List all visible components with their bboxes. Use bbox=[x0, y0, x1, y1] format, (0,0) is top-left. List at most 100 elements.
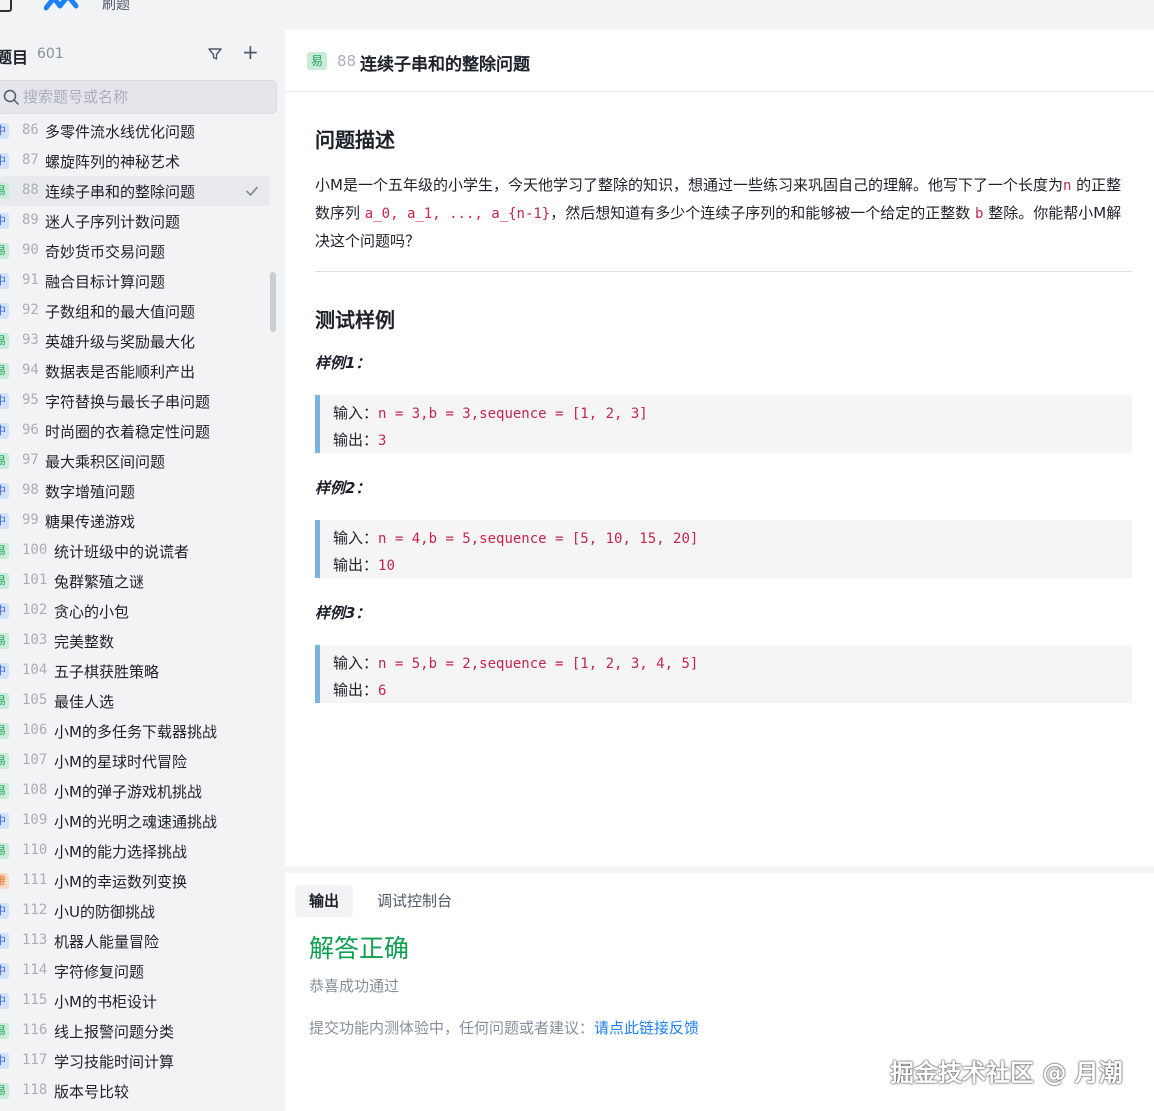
filter-icon[interactable] bbox=[207, 46, 223, 62]
difficulty-badge: 中 bbox=[0, 933, 9, 949]
list-item[interactable]: 中 96 时尚圈的衣着稳定性问题 bbox=[0, 416, 272, 446]
tab-output[interactable]: 输出 bbox=[295, 885, 354, 917]
list-item[interactable]: 中 104 五子棋获胜策略 bbox=[0, 656, 272, 686]
list-item[interactable]: 中 89 迷人子序列计数问题 bbox=[0, 206, 272, 236]
example-output: 输出：10 bbox=[333, 556, 395, 574]
problem-name: 贪心的小包 bbox=[54, 603, 130, 621]
difficulty-badge: 易 bbox=[0, 243, 9, 259]
problem-name: 英雄升级与奖励最大化 bbox=[45, 333, 196, 351]
list-item[interactable]: 易 116 线上报警问题分类 bbox=[0, 1016, 272, 1046]
problem-number: 107 bbox=[22, 752, 48, 768]
list-item[interactable]: 易 107 小M的星球时代冒险 bbox=[0, 746, 272, 776]
list-item[interactable]: 中 87 螺旋阵列的神秘艺术 bbox=[0, 146, 272, 176]
example-box: 输入：n = 5,b = 2,sequence = [1, 2, 3, 4, 5… bbox=[315, 645, 1132, 703]
list-item[interactable]: 中 109 小M的光明之魂速通挑战 bbox=[0, 806, 272, 836]
difficulty-badge: 中 bbox=[0, 123, 9, 139]
list-item[interactable]: 易 101 兔群繁殖之谜 bbox=[0, 566, 272, 596]
example-box: 输入：n = 3,b = 3,sequence = [1, 2, 3] 输出：3 bbox=[315, 395, 1132, 453]
difficulty-badge: 中 bbox=[0, 153, 9, 169]
problem-name: 迷人子序列计数问题 bbox=[45, 213, 181, 231]
list-item[interactable]: 中 95 字符替换与最长子串问题 bbox=[0, 386, 272, 416]
problem-panel: 易 88 连续子串和的整除问题 问题描述 小M是一个五年级的小学生，今天他学习了… bbox=[285, 30, 1154, 866]
example-box: 输入：n = 4,b = 5,sequence = [5, 10, 15, 20… bbox=[315, 520, 1132, 578]
list-item[interactable]: 中 102 贪心的小包 bbox=[0, 596, 272, 626]
list-item[interactable]: 易 105 最佳人选 bbox=[0, 686, 272, 716]
difficulty-badge: 中 bbox=[0, 213, 9, 229]
example-input: 输入：n = 4,b = 5,sequence = [5, 10, 15, 20… bbox=[333, 529, 699, 547]
problem-name: 连续子串和的整除问题 bbox=[45, 183, 196, 201]
tab-debug-console[interactable]: 调试控制台 bbox=[363, 885, 466, 917]
difficulty-badge: 易 bbox=[0, 1083, 9, 1099]
problem-name: 小M的弹子游戏机挑战 bbox=[54, 783, 202, 801]
feedback-notice: 提交功能内测体验中，任何问题或者建议：请点此链接反馈 bbox=[309, 1017, 699, 1038]
problem-name: 字符修复问题 bbox=[54, 963, 145, 981]
problem-sidebar: 题目 601 + 中86多零件流水线优化问题中87螺旋阵列的神秘艺术易88连续子… bbox=[0, 30, 284, 1111]
problem-number: 114 bbox=[22, 962, 48, 978]
list-item[interactable]: 难 111 小M的幸运数列变换 bbox=[0, 866, 272, 896]
check-icon bbox=[246, 186, 258, 196]
list-item[interactable]: 中 92 子数组和的最大值问题 bbox=[0, 296, 272, 326]
list-item[interactable]: 中 99 糖果传递游戏 bbox=[0, 506, 272, 536]
list-item[interactable]: 中 113 机器人能量冒险 bbox=[0, 926, 272, 956]
problem-number: 116 bbox=[22, 1022, 48, 1038]
example-label: 样例2： bbox=[315, 479, 371, 497]
sidebar-header: 题目 601 + bbox=[0, 42, 280, 68]
problem-name: 兔群繁殖之谜 bbox=[54, 573, 145, 591]
list-item[interactable]: 易 100 统计班级中的说谎者 bbox=[0, 536, 272, 566]
problem-name: 多零件流水线优化问题 bbox=[45, 123, 196, 141]
list-item[interactable]: 易 97 最大乘积区间问题 bbox=[0, 446, 272, 476]
problem-number: 93 bbox=[22, 332, 39, 348]
sidebar-scrollbar[interactable] bbox=[270, 272, 276, 332]
problem-name: 版本号比较 bbox=[54, 1083, 130, 1101]
add-icon[interactable]: + bbox=[242, 42, 259, 62]
list-item[interactable]: 中 114 字符修复问题 bbox=[0, 956, 272, 986]
list-item[interactable]: 中 117 学习技能时间计算 bbox=[0, 1046, 272, 1076]
difficulty-badge: 易 bbox=[0, 183, 9, 199]
problem-name: 五子棋获胜策略 bbox=[54, 663, 160, 681]
list-item[interactable]: 易 103 完美整数 bbox=[0, 626, 272, 656]
list-item[interactable]: 易 88 连续子串和的整除问题 bbox=[0, 176, 270, 206]
problem-count: 601 bbox=[37, 46, 64, 62]
list-item[interactable]: 易 106 小M的多任务下载器挑战 bbox=[0, 716, 272, 746]
difficulty-badge: 中 bbox=[0, 903, 9, 919]
problem-header: 易 88 连续子串和的整除问题 bbox=[285, 30, 1154, 92]
example-output: 输出：3 bbox=[333, 431, 387, 449]
difficulty-badge: 中 bbox=[0, 303, 9, 319]
list-item[interactable]: 易 94 数据表是否能顺利产出 bbox=[0, 356, 272, 386]
app-title: 刷题 bbox=[102, 0, 130, 13]
search-box[interactable] bbox=[0, 80, 277, 114]
problem-name: 小M的书柜设计 bbox=[54, 993, 157, 1011]
list-item[interactable]: 中 112 小U的防御挑战 bbox=[0, 896, 272, 926]
difficulty-badge: 易 bbox=[0, 753, 9, 769]
list-item[interactable]: 易 90 奇妙货币交易问题 bbox=[0, 236, 272, 266]
problem-name: 奇妙货币交易问题 bbox=[45, 243, 166, 261]
list-item[interactable]: 中 98 数字增殖问题 bbox=[0, 476, 272, 506]
problem-number: 96 bbox=[22, 422, 39, 438]
list-item[interactable]: 中 86 多零件流水线优化问题 bbox=[0, 116, 272, 146]
problem-name: 小U的防御挑战 bbox=[54, 903, 155, 921]
problem-number: 87 bbox=[22, 152, 39, 168]
problem-description: 小M是一个五年级的小学生，今天他学习了整除的知识，想通过一些练习来巩固自己的理解… bbox=[315, 172, 1130, 255]
search-input[interactable] bbox=[23, 85, 263, 109]
list-item[interactable]: 易 93 英雄升级与奖励最大化 bbox=[0, 326, 272, 356]
problem-name: 时尚圈的衣着稳定性问题 bbox=[45, 423, 211, 441]
problem-name: 糖果传递游戏 bbox=[45, 513, 136, 531]
difficulty-badge: 易 bbox=[0, 783, 9, 799]
problem-number: 113 bbox=[22, 932, 48, 948]
problem-name: 小M的幸运数列变换 bbox=[54, 873, 187, 891]
list-item[interactable]: 易 118 版本号比较 bbox=[0, 1076, 272, 1106]
list-item[interactable]: 中 115 小M的书柜设计 bbox=[0, 986, 272, 1016]
problem-name: 小M的能力选择挑战 bbox=[54, 843, 187, 861]
list-item[interactable]: 易 110 小M的能力选择挑战 bbox=[0, 836, 272, 866]
feedback-text: 提交功能内测体验中，任何问题或者建议： bbox=[309, 1019, 595, 1037]
feedback-link[interactable]: 请点此链接反馈 bbox=[594, 1019, 699, 1037]
desc-code-b: b bbox=[975, 206, 984, 222]
difficulty-badge: 易 bbox=[0, 1023, 9, 1039]
top-bar: 刷题 bbox=[0, 0, 1154, 22]
list-item[interactable]: 中 91 融合目标计算问题 bbox=[0, 266, 272, 296]
problem-name: 最佳人选 bbox=[54, 693, 115, 711]
problem-name: 小M的星球时代冒险 bbox=[54, 753, 187, 771]
problem-number: 89 bbox=[22, 212, 39, 228]
list-item[interactable]: 易 108 小M的弹子游戏机挑战 bbox=[0, 776, 272, 806]
window-icon[interactable] bbox=[0, 0, 12, 12]
